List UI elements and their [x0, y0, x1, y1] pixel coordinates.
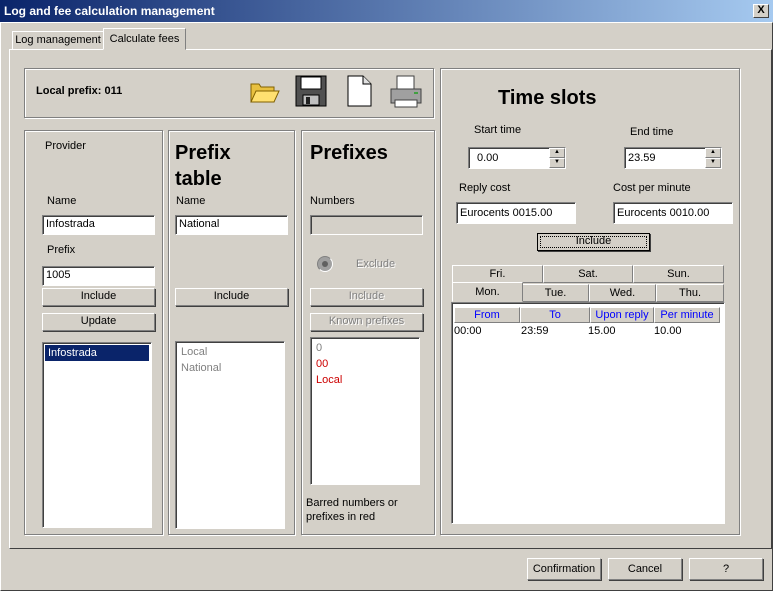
- table-row[interactable]: 00:00 23:59 15.00 10.00: [454, 324, 722, 340]
- close-icon: X: [757, 4, 765, 16]
- prefix-table-list[interactable]: Local National: [175, 341, 285, 529]
- cost-per-minute-label: Cost per minute: [613, 182, 691, 194]
- list-item[interactable]: Infostrada: [45, 345, 149, 361]
- help-button[interactable]: ?: [689, 558, 763, 580]
- confirmation-button[interactable]: Confirmation: [527, 558, 601, 580]
- tab-log-management[interactable]: Log management: [12, 31, 104, 50]
- cell-to: 23:59: [521, 325, 549, 337]
- spin-up-icon[interactable]: ▲: [549, 148, 565, 158]
- folder-open-icon[interactable]: [248, 76, 280, 106]
- list-item[interactable]: Local: [313, 372, 417, 388]
- tab-sun[interactable]: Sun.: [633, 265, 724, 283]
- window-titlebar: Log and fee calculation management: [0, 0, 773, 22]
- start-time-spinner[interactable]: ▲ ▼: [549, 148, 565, 168]
- prefix-table-title-line2: table: [175, 168, 222, 190]
- column-header-from[interactable]: From: [454, 307, 520, 323]
- prefix-table-title-line1: Prefix: [175, 142, 231, 164]
- cell-upon-reply: 15.00: [588, 325, 616, 337]
- provider-update-button[interactable]: Update: [42, 313, 155, 331]
- tab-wed[interactable]: Wed.: [589, 284, 656, 302]
- reply-cost-label: Reply cost: [459, 182, 511, 194]
- list-item[interactable]: National: [178, 360, 282, 376]
- tab-mon[interactable]: Mon.: [452, 282, 523, 302]
- exclude-checkbox[interactable]: [317, 256, 333, 272]
- time-slot-table[interactable]: From To Upon reply Per minute 00:00 23:5…: [451, 302, 725, 524]
- list-item[interactable]: 0: [313, 340, 417, 356]
- end-time-spinner[interactable]: ▲ ▼: [705, 148, 721, 168]
- save-disk-icon[interactable]: [294, 74, 328, 108]
- column-header-per-minute[interactable]: Per minute: [654, 307, 720, 323]
- prefix-table-name-label: Name: [176, 195, 206, 207]
- provider-name-label: Name: [47, 195, 77, 207]
- window-title: Log and fee calculation management: [4, 4, 215, 18]
- printer-icon[interactable]: [388, 74, 424, 110]
- provider-prefix-input[interactable]: 1005: [42, 266, 155, 286]
- local-prefix-label: Local prefix: 011: [36, 85, 123, 97]
- tab-thu[interactable]: Thu.: [656, 284, 724, 302]
- numbers-input[interactable]: [310, 215, 423, 235]
- provider-section-label: Provider: [45, 140, 86, 152]
- provider-list[interactable]: Infostrada: [42, 342, 152, 528]
- cost-per-minute-input[interactable]: Eurocents 0010.00: [613, 202, 733, 224]
- start-time-label: Start time: [474, 124, 522, 136]
- column-header-upon-reply[interactable]: Upon reply: [590, 307, 654, 323]
- tab-label: Calculate fees: [109, 33, 180, 45]
- prefixes-title: Prefixes: [310, 142, 388, 164]
- time-slots-title: Time slots: [498, 87, 597, 109]
- time-slot-include-button[interactable]: Include: [537, 233, 650, 251]
- spin-down-icon[interactable]: ▼: [549, 158, 565, 168]
- prefix-table-include-button[interactable]: Include: [175, 288, 288, 306]
- cancel-button[interactable]: Cancel: [608, 558, 682, 580]
- tab-sat[interactable]: Sat.: [543, 265, 633, 283]
- spin-down-icon[interactable]: ▼: [705, 158, 721, 168]
- tab-calculate-fees[interactable]: Calculate fees: [103, 28, 186, 50]
- tab-label: Log management: [15, 34, 101, 46]
- numbers-label: Numbers: [310, 195, 355, 207]
- exclude-label: Exclude: [356, 258, 396, 270]
- prefix-table-name-input[interactable]: National: [175, 215, 288, 235]
- prefixes-list[interactable]: 0 00 Local: [310, 337, 420, 485]
- radio-dot: [322, 261, 328, 267]
- end-time-label: End time: [630, 126, 674, 138]
- cell-per-minute: 10.00: [654, 325, 682, 337]
- provider-name-input[interactable]: Infostrada: [42, 215, 155, 235]
- known-prefixes-button[interactable]: Known prefixes: [310, 313, 423, 331]
- close-button[interactable]: X: [753, 4, 769, 18]
- column-header-to[interactable]: To: [520, 307, 590, 323]
- tab-fri[interactable]: Fri.: [452, 265, 543, 283]
- prefixes-include-button[interactable]: Include: [310, 288, 423, 306]
- reply-cost-input[interactable]: Eurocents 0015.00: [456, 202, 576, 224]
- spin-up-icon[interactable]: ▲: [705, 148, 721, 158]
- cell-from: 00:00: [454, 325, 482, 337]
- provider-include-button[interactable]: Include: [42, 288, 155, 306]
- new-document-icon[interactable]: [344, 74, 374, 108]
- provider-prefix-label: Prefix: [47, 244, 76, 256]
- list-item[interactable]: 00: [313, 356, 417, 372]
- tab-tue[interactable]: Tue.: [522, 284, 589, 302]
- barred-note: Barred numbers or prefixes in red: [306, 497, 398, 523]
- list-item[interactable]: Local: [178, 344, 282, 360]
